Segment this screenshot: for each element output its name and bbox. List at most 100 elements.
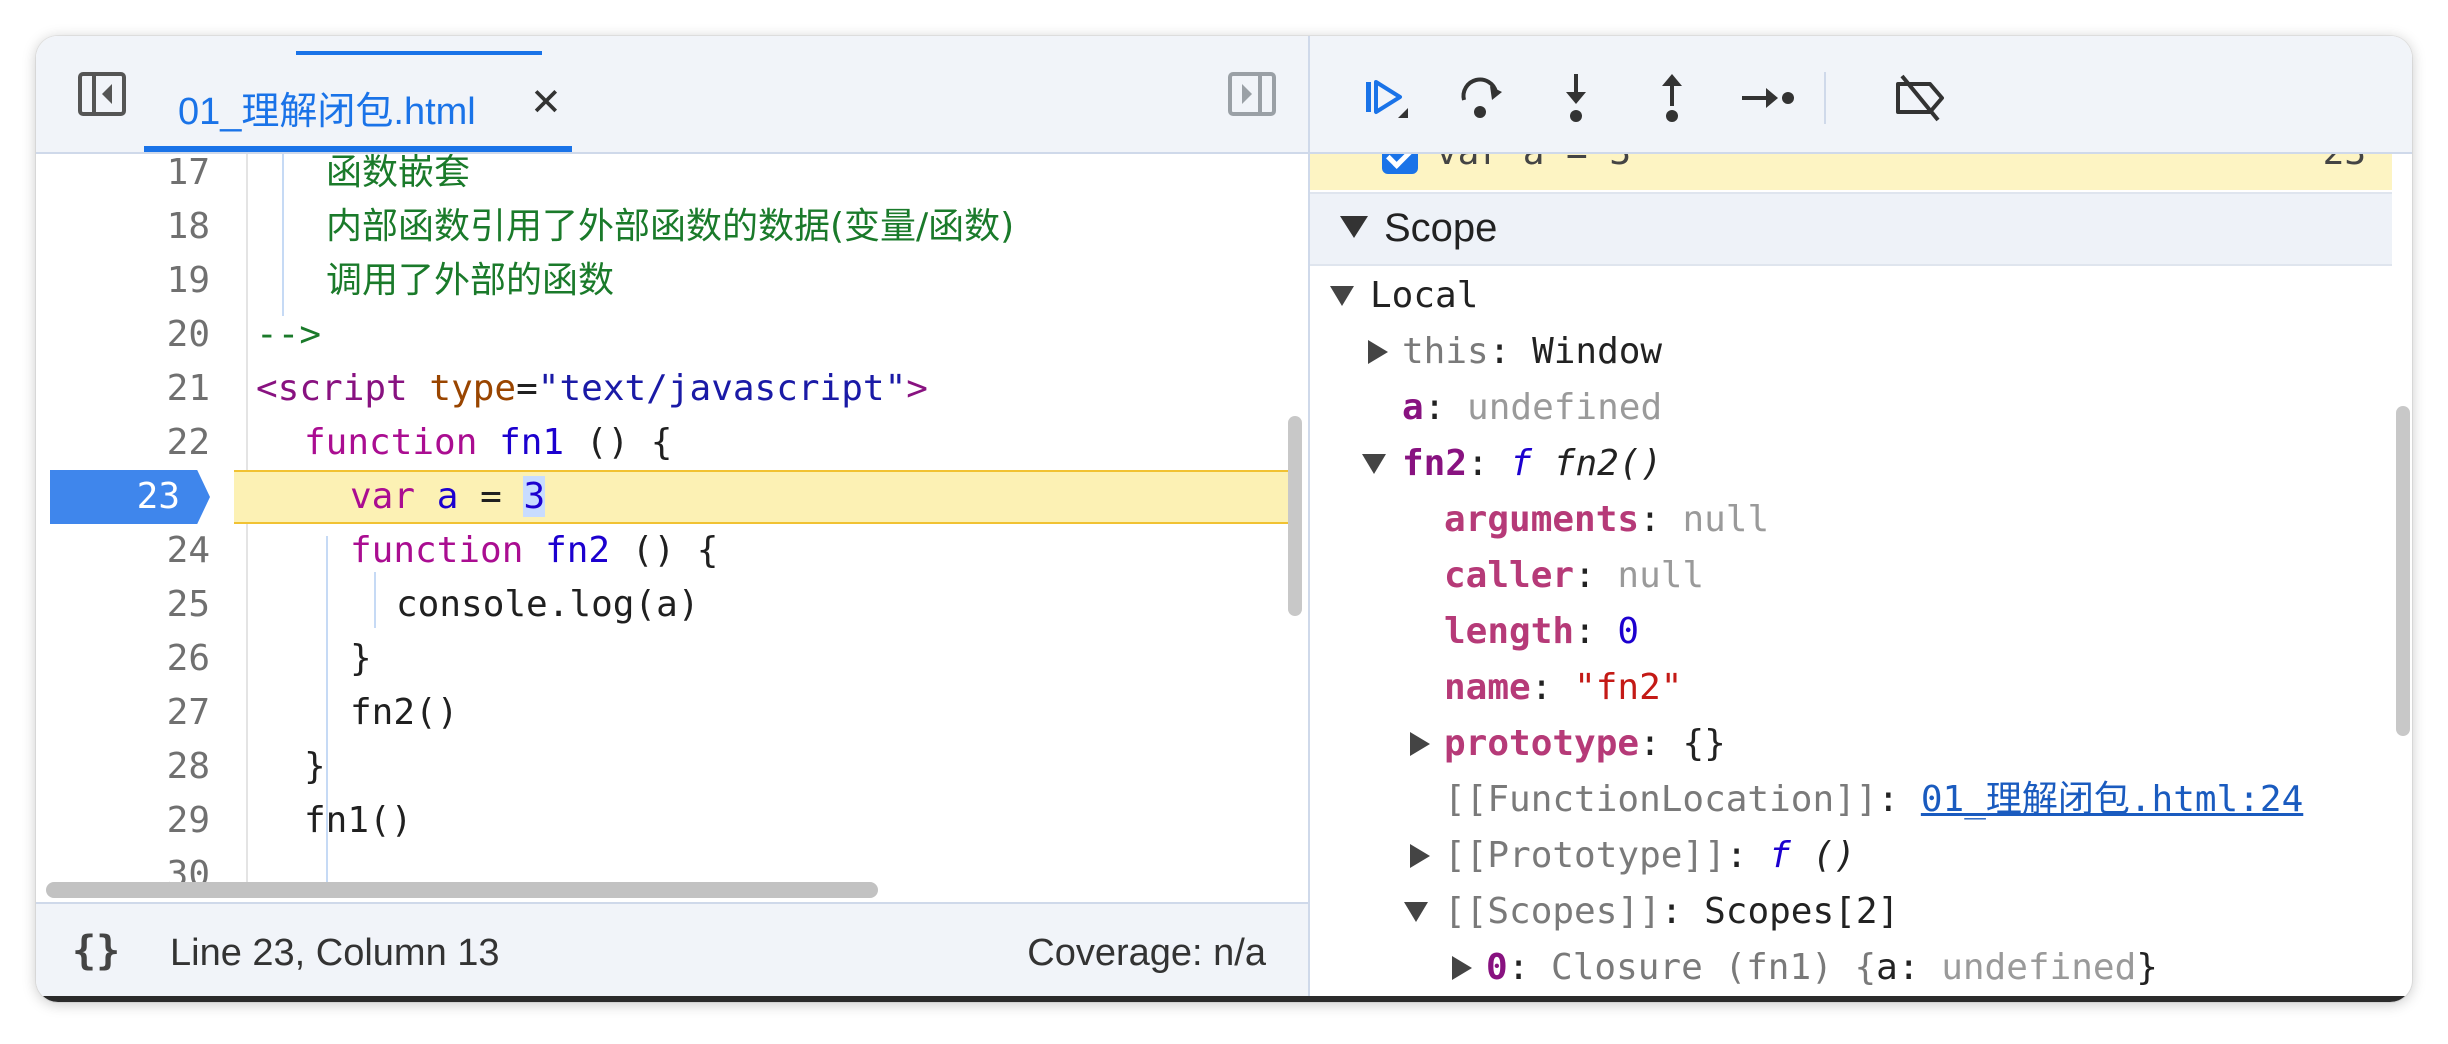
close-icon[interactable]: ✕ (530, 84, 562, 122)
tab-01-closure-html[interactable]: 01_理解闭包.html ✕ (144, 36, 572, 152)
tree-row-a[interactable]: a: undefined (1310, 380, 2392, 436)
breakpoint-code: var a = 3 (1436, 154, 1631, 173)
expand-triangle-icon[interactable] (1404, 902, 1428, 922)
property-value: () (1812, 835, 1856, 876)
separator: : (1488, 331, 1533, 372)
breakpoint-checkbox[interactable] (1382, 154, 1418, 174)
tree-row-function-location[interactable]: [[FunctionLocation]]: 01_理解闭包.html:24 (1310, 772, 2392, 828)
line-number[interactable]: 20 (96, 308, 210, 362)
attr-value: "text/javascript" (537, 368, 907, 409)
line-number[interactable]: 26 (96, 632, 210, 686)
line-number[interactable]: 19 (96, 254, 210, 308)
collapsed-triangle-icon[interactable] (1410, 844, 1430, 868)
editor-status-bar: {} Line 23, Column 13 Coverage: n/a (36, 902, 1308, 1002)
tree-row-scopes[interactable]: [[Scopes]]: Scopes[2] (1310, 884, 2392, 940)
line-number[interactable]: 21 (96, 362, 210, 416)
tree-row-length[interactable]: length: 0 (1310, 604, 2392, 660)
property: [[Scopes]]: Scopes[2] (1444, 884, 1899, 940)
editor-vertical-scrollbar[interactable] (1288, 416, 1302, 616)
source-link[interactable]: 01_理解闭包.html:24 (1921, 779, 2303, 820)
property: [[FunctionLocation]]: 01_理解闭包.html:24 (1444, 772, 2303, 828)
resume-icon[interactable] (1360, 70, 1416, 126)
separator: : (1877, 779, 1921, 820)
line-number[interactable]: 25 (96, 578, 210, 632)
separator: : (1639, 723, 1683, 764)
line-number[interactable]: 29 (96, 794, 210, 848)
code-line-22: 22 function fn1 () { (36, 416, 1298, 470)
property-value: Window (1532, 331, 1663, 372)
tree-row-name[interactable]: name: "fn2" (1310, 660, 2392, 716)
line-number[interactable]: 24 (96, 524, 210, 578)
code-line-27: 27 fn2() (36, 686, 1298, 740)
property-key: this (1402, 331, 1489, 372)
editor-horizontal-scrollbar[interactable] (46, 882, 878, 898)
collapsed-triangle-icon[interactable] (1452, 956, 1472, 980)
property: arguments: null (1444, 492, 1769, 548)
property-key: length (1444, 611, 1575, 652)
separator: : (1897, 947, 1942, 988)
separator: : (1530, 667, 1575, 708)
breakpoint-marker[interactable]: 23 (50, 470, 210, 524)
collapsed-triangle-icon[interactable] (1368, 340, 1388, 364)
step-over-icon[interactable] (1454, 70, 1510, 126)
tree-row-prototype[interactable]: prototype: {} (1310, 716, 2392, 772)
attr-name: type (429, 368, 517, 409)
deactivate-breakpoints-icon[interactable] (1892, 70, 1948, 126)
line-number[interactable]: 17 (96, 154, 210, 200)
property-value: {} (1682, 723, 1726, 764)
property-key: [[Scopes]] (1444, 891, 1661, 932)
code-line-17: 17 函数嵌套 (36, 154, 1298, 200)
tag-close: > (906, 368, 928, 409)
breakpoint-line: 23 (2323, 154, 2366, 173)
tree-row-caller[interactable]: caller: null (1310, 548, 2392, 604)
coverage-status[interactable]: Coverage: n/a (1027, 932, 1266, 975)
function-name: fn1 (499, 422, 565, 463)
code-rest: () { (610, 530, 719, 571)
code-editor[interactable]: 17 函数嵌套 18 内部函数引用了外部函数的数据(变量/函数) 19 调用了外… (36, 154, 1298, 884)
editor-toolbar: 01_理解闭包.html ✕ (36, 36, 1308, 154)
line-number[interactable]: 28 (96, 740, 210, 794)
property-value: "fn2" (1574, 667, 1683, 708)
code-line-18: 18 内部函数引用了外部函数的数据(变量/函数) (36, 200, 1298, 254)
code-text: } (350, 638, 372, 679)
expand-triangle-icon[interactable] (1362, 454, 1386, 474)
step-icon[interactable] (1740, 70, 1796, 126)
breakpoint-list-item[interactable]: var a = 3 23 (1310, 154, 2392, 190)
tree-row-fn2[interactable]: fn2: f fn2() (1310, 436, 2392, 492)
function-marker: f (1769, 835, 1791, 876)
tree-row-internal-prototype[interactable]: [[Prototype]]: f () (1310, 828, 2392, 884)
code-rest: () { (564, 422, 673, 463)
line-number[interactable]: 18 (96, 200, 210, 254)
step-out-icon[interactable] (1644, 70, 1700, 126)
pretty-print-icon[interactable]: {} (72, 928, 120, 974)
tree-row-arguments[interactable]: arguments: null (1310, 492, 2392, 548)
breakpoint-line-number: 23 (136, 476, 180, 517)
tree-row-scope-0[interactable]: 0: Closure (fn1) {a: undefined} (1310, 940, 2392, 996)
property-key: 0 (1486, 947, 1508, 988)
navigator-toggle-icon[interactable] (1226, 70, 1278, 118)
collapsed-triangle-icon[interactable] (1410, 732, 1430, 756)
closure-var-value: undefined (1941, 947, 2137, 988)
line-number[interactable]: 27 (96, 686, 210, 740)
property: 0: Closure (fn1) {a: undefined} (1486, 940, 2158, 996)
tree-row-this[interactable]: this: Window (1310, 324, 2392, 380)
closure-label: Closure (fn1) { (1551, 947, 1877, 988)
code-line-20: 20 --> (36, 308, 1298, 362)
scope-local[interactable]: Local (1310, 268, 2392, 324)
sidebar-toggle-icon[interactable] (76, 70, 128, 118)
property: a: undefined (1402, 380, 1662, 436)
line-number[interactable]: 30 (96, 848, 210, 884)
scope-section-header[interactable]: Scope (1310, 192, 2392, 266)
line-number[interactable]: 22 (96, 416, 210, 470)
property-key: [[FunctionLocation]] (1444, 779, 1878, 820)
code-line-28: 28 } (36, 740, 1298, 794)
keyword: var (350, 476, 416, 517)
code-line-24: 24 function fn2 () { (36, 524, 1298, 578)
scope-vertical-scrollbar[interactable] (2396, 406, 2410, 736)
step-into-icon[interactable] (1548, 70, 1604, 126)
code-line-30: 30 (36, 848, 1298, 884)
debugger-sidebar: var a = 3 23 Scope Local this: Window a:… (1310, 36, 2412, 1002)
expand-triangle-icon[interactable] (1330, 286, 1354, 306)
selected-value: 3 (523, 476, 546, 517)
cursor-position: Line 23, Column 13 (170, 932, 500, 974)
